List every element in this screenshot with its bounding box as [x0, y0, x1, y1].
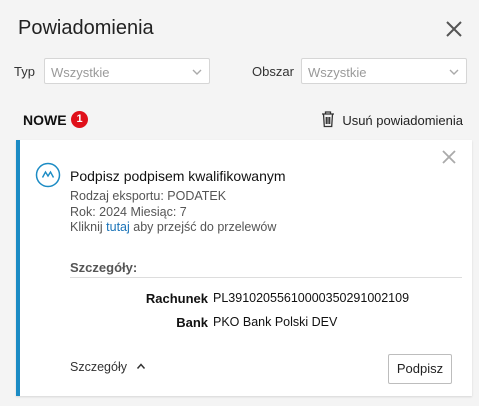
transfers-suffix: aby przejść do przelewów [133, 220, 277, 234]
panel-title: Powiadomienia [18, 17, 154, 39]
details-heading: Szczegóły: [70, 260, 138, 275]
notification-title: Podpisz podpisem kwalifikowanym [70, 168, 286, 184]
type-filter-select[interactable]: Wszystkie [44, 58, 210, 84]
bank-label: Bank [176, 315, 208, 330]
new-section-header: NOWE 1 Usuń powiadomienia [23, 110, 463, 130]
chevron-up-icon [137, 363, 146, 369]
chevron-down-icon [449, 69, 459, 75]
export-type-line: Rodzaj eksportu: PODATEK [70, 189, 227, 203]
area-filter-label: Obszar [252, 64, 294, 79]
account-value: PL39102055610000350291002109 [213, 291, 410, 305]
area-filter-select[interactable]: Wszystkie [301, 58, 467, 84]
details-toggle-label: Szczegóły [70, 360, 127, 374]
transfers-line: Kliknij tutaj aby przejść do przelewów [70, 220, 276, 234]
trash-icon [322, 111, 335, 128]
new-count-badge: 1 [71, 111, 88, 128]
filters-row: Typ Wszystkie Obszar Wszystkie [14, 58, 467, 84]
signature-icon [35, 162, 61, 188]
type-filter-label: Typ [14, 64, 35, 79]
close-icon[interactable] [443, 18, 465, 40]
remove-notifications-label: Usuń powiadomienia [342, 113, 463, 128]
notifications-panel: Powiadomienia Typ Wszystkie Obszar Wszys… [0, 0, 479, 406]
details-toggle[interactable]: Szczegóły [70, 360, 146, 374]
panel-header: Powiadomienia [18, 14, 467, 44]
divider [70, 277, 462, 278]
account-label: Rachunek [145, 291, 208, 306]
sign-button[interactable]: Podpisz [388, 354, 452, 384]
notification-card: Podpisz podpisem kwalifikowanym Rodzaj e… [16, 140, 472, 396]
remove-notifications-button[interactable]: Usuń powiadomienia [320, 110, 463, 130]
close-icon[interactable] [440, 148, 458, 166]
transfers-link[interactable]: tutaj [106, 220, 130, 234]
section-title: NOWE [23, 112, 67, 128]
type-filter-value: Wszystkie [51, 65, 110, 80]
bank-value: PKO Bank Polski DEV [213, 315, 338, 329]
transfers-prefix: Kliknij [70, 220, 103, 234]
chevron-down-icon [192, 69, 202, 75]
period-line: Rok: 2024 Miesiąc: 7 [70, 205, 187, 219]
area-filter-value: Wszystkie [308, 65, 367, 80]
